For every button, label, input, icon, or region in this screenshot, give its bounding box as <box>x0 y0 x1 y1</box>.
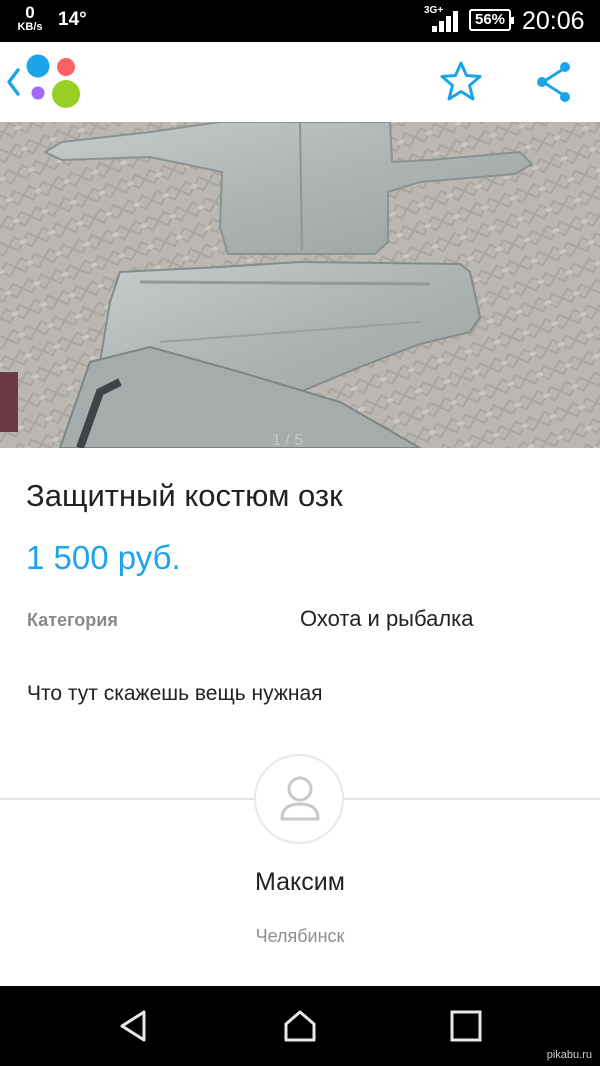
listing-description: Что тут скажешь вещь нужная <box>27 682 323 705</box>
user-avatar-icon <box>280 776 320 821</box>
temperature: 14° <box>58 9 87 30</box>
signal-icon <box>432 11 458 32</box>
app-bar <box>0 42 600 122</box>
nav-back-icon[interactable] <box>116 1008 152 1044</box>
nav-recents-icon[interactable] <box>448 1008 484 1044</box>
watermark: pikabu.ru <box>546 1049 592 1061</box>
suit-photo-image <box>0 122 600 448</box>
listing-price: 1 500 руб. <box>26 539 181 576</box>
seller-name[interactable]: Максим <box>0 868 600 897</box>
seller-city: Челябинск <box>255 926 345 946</box>
network-speed: 0 KB/s <box>12 4 48 33</box>
listing-photo[interactable]: 1 / 5 <box>0 122 600 448</box>
share-icon[interactable] <box>533 58 575 106</box>
listing-title: Защитный костюм озк <box>26 478 343 513</box>
status-bar: 0 KB/s 14° 3G+ 56% 20:06 <box>0 0 600 42</box>
network-speed-unit: KB/s <box>17 21 43 33</box>
category-label: Категория <box>27 610 118 630</box>
avito-logo-icon[interactable] <box>26 54 82 112</box>
star-icon[interactable] <box>438 59 484 105</box>
battery-indicator: 56% <box>469 9 514 31</box>
clock: 20:06 <box>522 7 585 35</box>
photo-counter: 1 / 5 <box>272 432 304 448</box>
nav-home-icon[interactable] <box>282 1008 318 1044</box>
system-nav-bar <box>0 986 600 1066</box>
category-value: Охота и рыбалка <box>300 606 474 631</box>
network-speed-value: 0 <box>25 3 35 22</box>
seller-avatar[interactable] <box>254 754 344 844</box>
chevron-left-icon[interactable] <box>4 62 24 102</box>
